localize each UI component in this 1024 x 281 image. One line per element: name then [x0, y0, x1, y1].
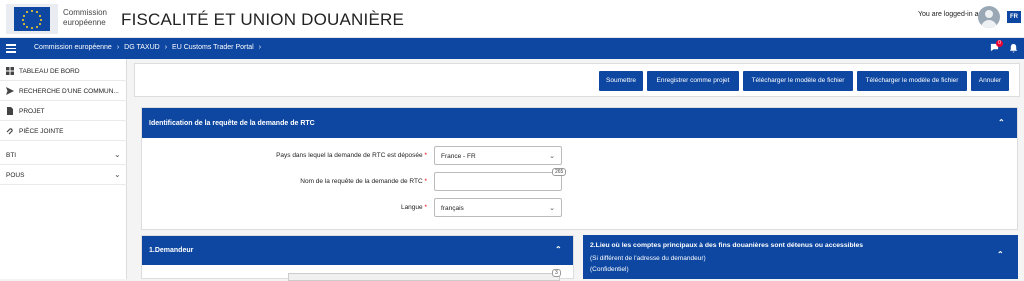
chevron-down-icon: ⌄ — [114, 170, 121, 179]
breadcrumb-ec[interactable]: Commission européenne — [34, 44, 112, 51]
request-name-input[interactable] — [434, 172, 562, 191]
accounts-panel-subtitle: (Si différent de l'adresse du demandeur) — [590, 255, 706, 262]
sidebar-item-project[interactable]: PROJET — [0, 101, 127, 121]
dashboard-icon — [6, 67, 14, 75]
cancel-button[interactable]: Annuler — [971, 71, 1009, 91]
applicant-panel-header[interactable]: 1.Demandeur ⌃ — [142, 236, 573, 265]
chevron-right-icon: › — [258, 44, 262, 51]
document-icon — [6, 107, 14, 115]
country-select[interactable]: France - FR ⌄ — [434, 146, 562, 165]
sidebar-item-search[interactable]: RECHERCHE D'UNE COMMUN... — [0, 81, 127, 101]
notification-badge: 0 — [996, 40, 1003, 47]
save-draft-button[interactable]: Enregistrer comme projet — [647, 71, 739, 91]
logo-line-1: Commission — [63, 8, 108, 17]
sidebar-item-label: PROJET — [19, 108, 45, 115]
login-status: You are logged-in as — [918, 11, 982, 18]
sidebar-item-label: POUS — [6, 172, 25, 179]
identification-panel-title: Identification de la requête de la deman… — [149, 120, 315, 127]
breadcrumb-taxud[interactable]: DG TAXUD — [124, 44, 160, 51]
download-template-button-2[interactable]: Télécharger le modèle de fichier — [857, 71, 967, 91]
language-label: Langue * — [400, 204, 427, 211]
applicant-panel: 1.Demandeur ⌃ 3 — [141, 235, 574, 281]
sidebar-item-bti[interactable]: BTI ⌄ — [0, 145, 127, 165]
chevron-down-icon: ⌄ — [549, 153, 555, 160]
submit-button[interactable]: Soumettre — [599, 71, 643, 91]
identification-panel: Identification de la requête de la deman… — [141, 107, 1018, 230]
ec-logo[interactable]: Commission européenne — [6, 4, 108, 34]
action-bar: Soumettre Enregistrer comme projet Téléc… — [134, 63, 1020, 97]
sidebar: TABLEAU DE BORD RECHERCHE D'UNE COMMUN..… — [0, 59, 127, 279]
attachment-icon — [6, 127, 14, 135]
accounts-panel-title: 2.Lieu où les comptes principaux à des f… — [590, 242, 864, 249]
chevron-right-icon: › — [164, 44, 168, 51]
send-icon — [6, 87, 14, 95]
sidebar-item-label: PIÈCE JOINTE — [19, 128, 64, 135]
chevron-right-icon: › — [116, 44, 120, 51]
accounts-panel: 2.Lieu où les comptes principaux à des f… — [583, 235, 1018, 279]
confidential-note: (Confidentiel) — [590, 266, 629, 273]
accounts-panel-header[interactable]: 2.Lieu où les comptes principaux à des f… — [583, 235, 1018, 279]
country-label: Pays dans lequel la demande de RTC est d… — [276, 152, 427, 159]
applicant-field[interactable] — [288, 273, 560, 281]
applicant-panel-title: 1.Demandeur — [149, 247, 194, 254]
name-label: Nom de la requête de la demande de RTC * — [300, 178, 427, 185]
logo-line-2: européenne — [63, 18, 106, 27]
character-counter: 3 — [552, 269, 561, 277]
bell-icon[interactable] — [1009, 43, 1018, 55]
eu-flag-icon — [6, 4, 58, 34]
app-title: FISCALITÉ ET UNION DOUANIÈRE — [121, 10, 404, 29]
avatar[interactable] — [978, 6, 1000, 28]
breadcrumb-portal[interactable]: EU Customs Trader Portal — [172, 44, 254, 51]
chevron-up-icon[interactable]: ⌃ — [555, 245, 562, 254]
language-select[interactable]: français ⌄ — [434, 198, 562, 217]
sidebar-item-label: BTI — [6, 152, 17, 159]
sidebar-item-dashboard[interactable]: TABLEAU DE BORD — [0, 61, 127, 81]
character-counter: 265 — [552, 168, 567, 176]
identification-panel-header[interactable]: Identification de la requête de la deman… — [142, 108, 1017, 138]
chevron-up-icon[interactable]: ⌃ — [998, 118, 1005, 127]
sidebar-item-label: TABLEAU DE BORD — [19, 68, 80, 75]
sidebar-item-attachment[interactable]: PIÈCE JOINTE — [0, 121, 127, 141]
language-selector[interactable]: FR — [1007, 11, 1021, 23]
download-template-button-1[interactable]: Télécharger le modèle de fichier — [743, 71, 853, 91]
chevron-down-icon: ⌄ — [114, 150, 121, 159]
breadcrumb: Commission européenne › DG TAXUD › EU Cust… — [34, 44, 261, 51]
sidebar-item-label: RECHERCHE D'UNE COMMUN... — [19, 88, 119, 95]
menu-icon[interactable] — [6, 44, 16, 53]
top-header: Commission européenne FISCALITÉ ET UNION… — [0, 0, 1024, 38]
chevron-up-icon[interactable]: ⌃ — [997, 250, 1004, 259]
sidebar-item-pous[interactable]: POUS ⌄ — [0, 165, 127, 185]
chevron-down-icon: ⌄ — [549, 205, 555, 212]
navigation-bar: Commission européenne › DG TAXUD › EU Cust… — [0, 38, 1024, 59]
